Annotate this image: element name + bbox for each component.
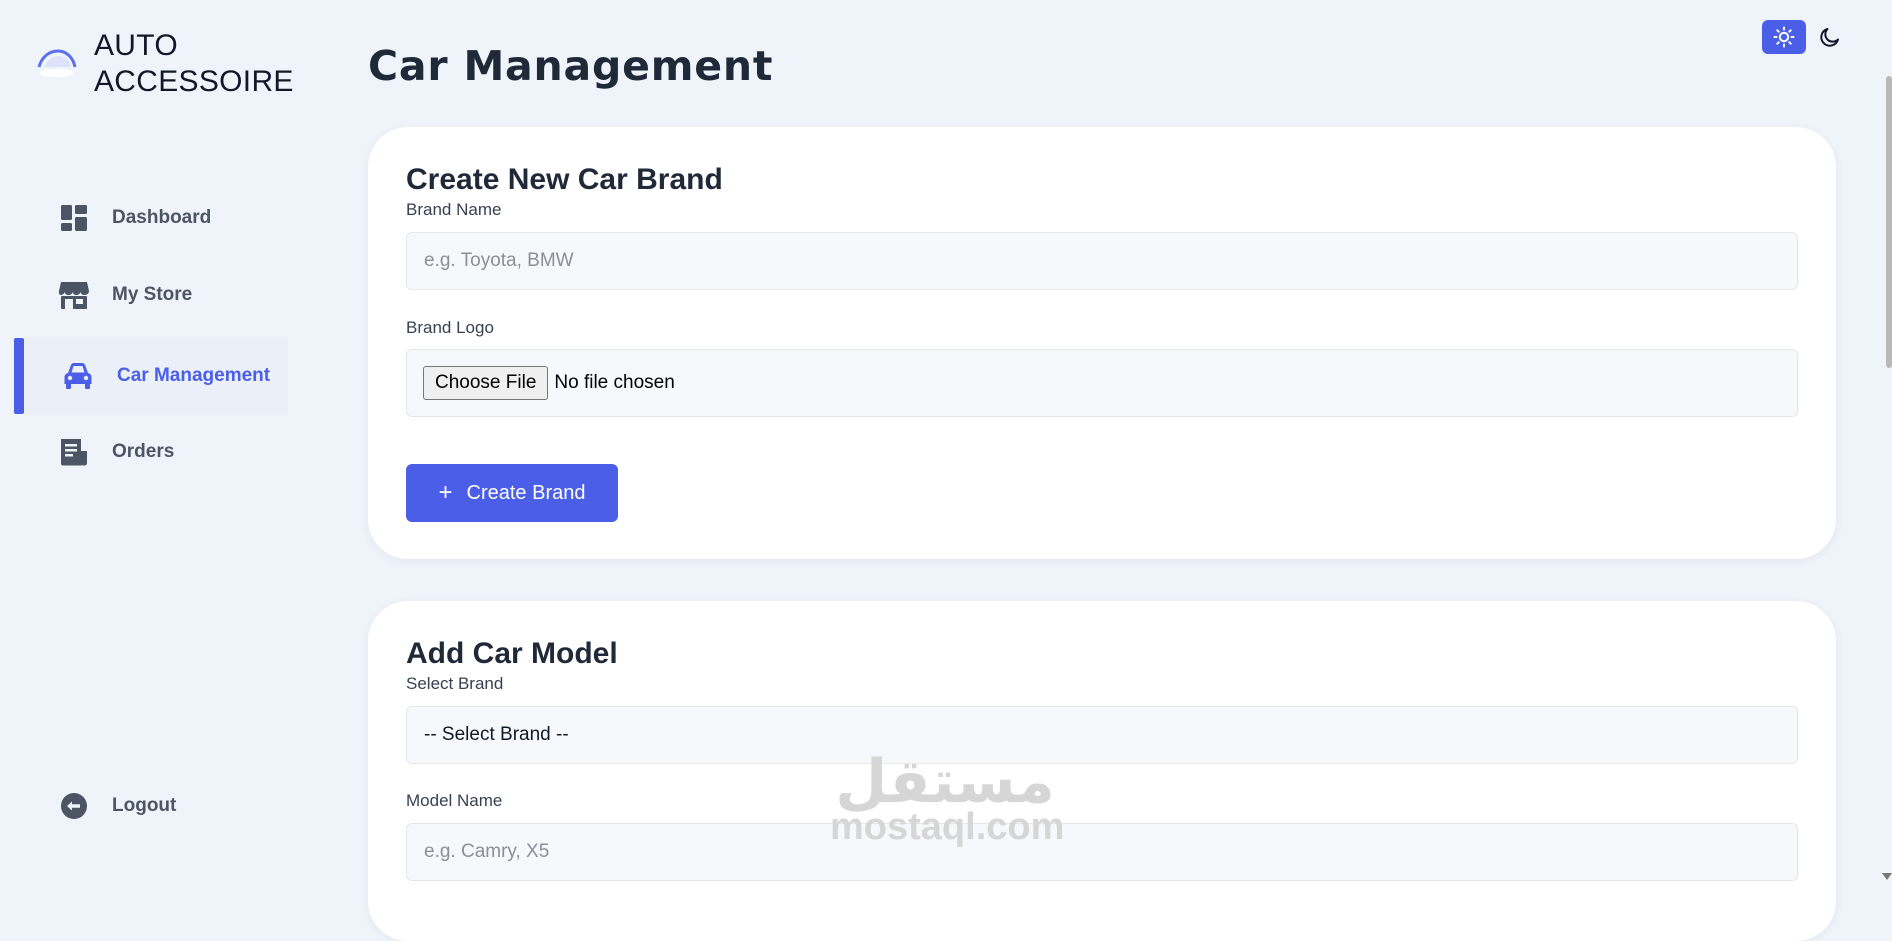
choose-file-button[interactable]: Choose File	[423, 366, 549, 400]
sun-icon	[1773, 26, 1795, 48]
select-brand-label: Select Brand	[406, 674, 504, 693]
moon-icon	[1820, 28, 1839, 47]
sidebar-item-label: Car Management	[117, 365, 271, 386]
create-brand-button[interactable]: + Create Brand	[406, 464, 618, 522]
theme-toggle	[1762, 20, 1852, 54]
brand-name-input[interactable]	[406, 232, 1798, 290]
add-model-title: Add Car Model	[406, 637, 618, 670]
plus-icon: +	[438, 479, 453, 506]
brand-name-line1: AUTO	[94, 29, 178, 62]
file-status-text: No file chosen	[554, 372, 675, 393]
logout-icon	[58, 790, 90, 822]
car-logo-icon	[37, 49, 77, 77]
light-mode-button[interactable]	[1762, 20, 1806, 54]
brand-name: AUTO ACCESSOIRE	[94, 28, 294, 100]
store-icon	[58, 279, 90, 311]
brand-select-value: -- Select Brand --	[424, 724, 569, 745]
brand-select[interactable]: -- Select Brand --	[406, 706, 1798, 764]
create-brand-title: Create New Car Brand	[406, 163, 723, 196]
brand: AUTO ACCESSOIRE	[36, 28, 294, 100]
model-name-label: Model Name	[406, 791, 503, 810]
sidebar-item-car-management[interactable]: Car Management	[14, 338, 288, 414]
brand-name-label: Brand Name	[406, 200, 502, 219]
orders-icon	[58, 436, 90, 468]
sidebar-item-dashboard[interactable]: Dashboard	[0, 180, 290, 256]
sidebar: AUTO ACCESSOIRE Dashboard My Store Car M…	[0, 0, 293, 880]
brand-logo-file-input: Choose File No file chosen	[406, 349, 1798, 417]
sidebar-item-label: Orders	[112, 441, 175, 462]
brand-logo-label: Brand Logo	[406, 318, 494, 337]
scroll-down-arrow-icon[interactable]	[1882, 873, 1892, 880]
create-brand-card: Create New Car Brand Brand Name Brand Lo…	[368, 127, 1836, 559]
sidebar-item-label: My Store	[112, 284, 193, 305]
scrollbar-thumb[interactable]	[1886, 76, 1892, 368]
create-brand-label: Create Brand	[466, 481, 586, 504]
sidebar-item-orders[interactable]: Orders	[0, 414, 290, 490]
model-name-input[interactable]	[406, 823, 1798, 881]
dark-mode-button[interactable]	[1808, 20, 1852, 54]
sidebar-item-label: Dashboard	[112, 207, 212, 228]
car-icon	[62, 360, 94, 392]
page-title: Car Management	[368, 42, 774, 90]
logout-button[interactable]: Logout	[0, 768, 290, 844]
sidebar-item-my-store[interactable]: My Store	[0, 257, 290, 333]
brand-name-line2: ACCESSOIRE	[94, 65, 294, 98]
active-indicator	[14, 338, 24, 414]
page-scrollbar[interactable]	[1882, 0, 1892, 880]
logout-label: Logout	[112, 795, 177, 816]
dashboard-icon	[58, 202, 90, 234]
add-model-card: Add Car Model Select Brand -- Select Bra…	[368, 601, 1836, 941]
